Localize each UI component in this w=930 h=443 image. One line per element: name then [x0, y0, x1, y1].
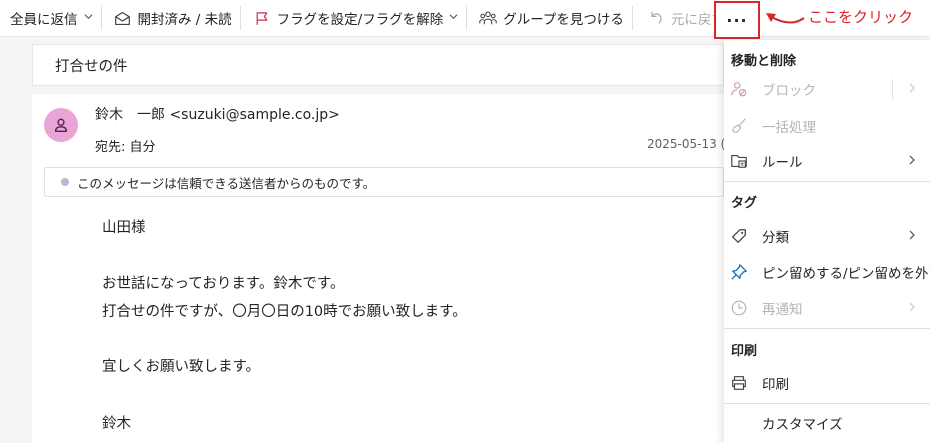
sweep-label: 一括処理 — [762, 120, 816, 136]
people-group-icon — [479, 9, 497, 27]
info-dot-icon — [61, 178, 69, 186]
menu-item-print[interactable]: 印刷 — [724, 366, 930, 400]
mark-read-label: 開封済み / 未読 — [137, 12, 232, 28]
section-tags: タグ — [731, 196, 758, 211]
recipient-line: 宛先: 自分 — [95, 140, 156, 155]
menu-divider — [724, 181, 930, 182]
more-actions-menu: 移動と削除 ブロック 一括処理 ルール タグ 分類 ピン留めする/ピン留めを外す… — [724, 40, 930, 443]
sender-name[interactable]: 鈴木 一郎 <suzuki@sample.co.jp> — [95, 104, 340, 124]
mark-read-unread-button[interactable]: 開封済み / 未読 — [102, 0, 240, 37]
body-content: 打合せの件ですが、〇月〇日の10時でお願い致します。 — [102, 304, 467, 320]
subject-text: 打合せの件 — [55, 58, 128, 75]
flag-label: フラグを設定/フラグを解除 — [276, 12, 444, 28]
trust-notice-text: このメッセージは信頼できる送信者からのものです。 — [77, 175, 376, 191]
chevron-down-icon[interactable] — [449, 12, 458, 24]
chevron-right-icon[interactable] — [908, 229, 916, 243]
pin-label: ピン留めする/ピン留めを外す — [762, 266, 930, 282]
menu-divider — [724, 403, 930, 404]
block-label: ブロック — [762, 83, 816, 99]
undo-arrow-icon — [647, 9, 665, 27]
body-signature: 鈴木 — [102, 416, 131, 432]
clock-icon — [730, 299, 748, 317]
block-person-icon — [730, 80, 748, 98]
envelope-open-icon — [114, 9, 132, 27]
print-label: 印刷 — [762, 377, 789, 393]
message-card: 鈴木 一郎 <suzuki@sample.co.jp> 宛先: 自分 2025-… — [32, 94, 732, 443]
more-actions-button[interactable]: ··· — [714, 1, 760, 39]
pin-icon — [730, 263, 748, 281]
customize-label: カスタマイズ — [762, 417, 843, 433]
flag-icon — [253, 9, 271, 27]
chevron-right-icon[interactable] — [908, 82, 916, 96]
menu-item-categorize[interactable]: 分類 — [724, 219, 930, 253]
snooze-label: 再通知 — [762, 302, 803, 318]
menu-item-customize[interactable]: カスタマイズ — [724, 406, 930, 440]
tag-icon — [730, 227, 748, 245]
body-greeting: 山田様 — [102, 220, 146, 236]
trusted-sender-notice: このメッセージは信頼できる送信者からのものです。 — [44, 167, 724, 197]
menu-item-block[interactable]: ブロック — [724, 72, 930, 106]
chevron-right-icon[interactable] — [908, 154, 916, 168]
body-closing: 宜しくお願い致します。 — [102, 359, 261, 375]
section-move-delete: 移動と削除 — [731, 54, 797, 69]
section-print: 印刷 — [731, 344, 758, 359]
chevron-right-icon[interactable] — [908, 301, 916, 315]
message-date: 2025-05-13 ( — [647, 137, 726, 151]
find-groups-button[interactable]: グループを見つける — [467, 0, 632, 37]
avatar[interactable] — [44, 108, 78, 142]
broom-icon — [730, 117, 748, 135]
find-groups-label: グループを見つける — [503, 12, 624, 28]
menu-item-pin[interactable]: ピン留めする/ピン留めを外す — [724, 255, 930, 289]
flag-button[interactable]: フラグを設定/フラグを解除 — [241, 0, 467, 37]
body-intro: お世話になっております。鈴木です。 — [102, 276, 345, 292]
split-divider — [892, 79, 893, 99]
annotation-label: ここをクリック — [808, 8, 914, 26]
reply-all-label: 全員に返信 — [10, 12, 78, 28]
reply-all-button[interactable]: 全員に返信 — [0, 0, 101, 37]
person-icon — [54, 118, 68, 132]
menu-item-sweep[interactable]: 一括処理 — [724, 109, 930, 143]
menu-item-rules[interactable]: ルール — [724, 144, 930, 178]
menu-divider — [724, 328, 930, 329]
rules-label: ルール — [762, 155, 803, 171]
message-subject: 打合せの件 — [32, 44, 724, 86]
categorize-label: 分類 — [762, 230, 789, 246]
printer-icon — [730, 374, 748, 392]
rules-folder-icon — [730, 152, 748, 170]
chevron-down-icon[interactable] — [83, 12, 93, 24]
menu-item-snooze[interactable]: 再通知 — [724, 291, 930, 325]
